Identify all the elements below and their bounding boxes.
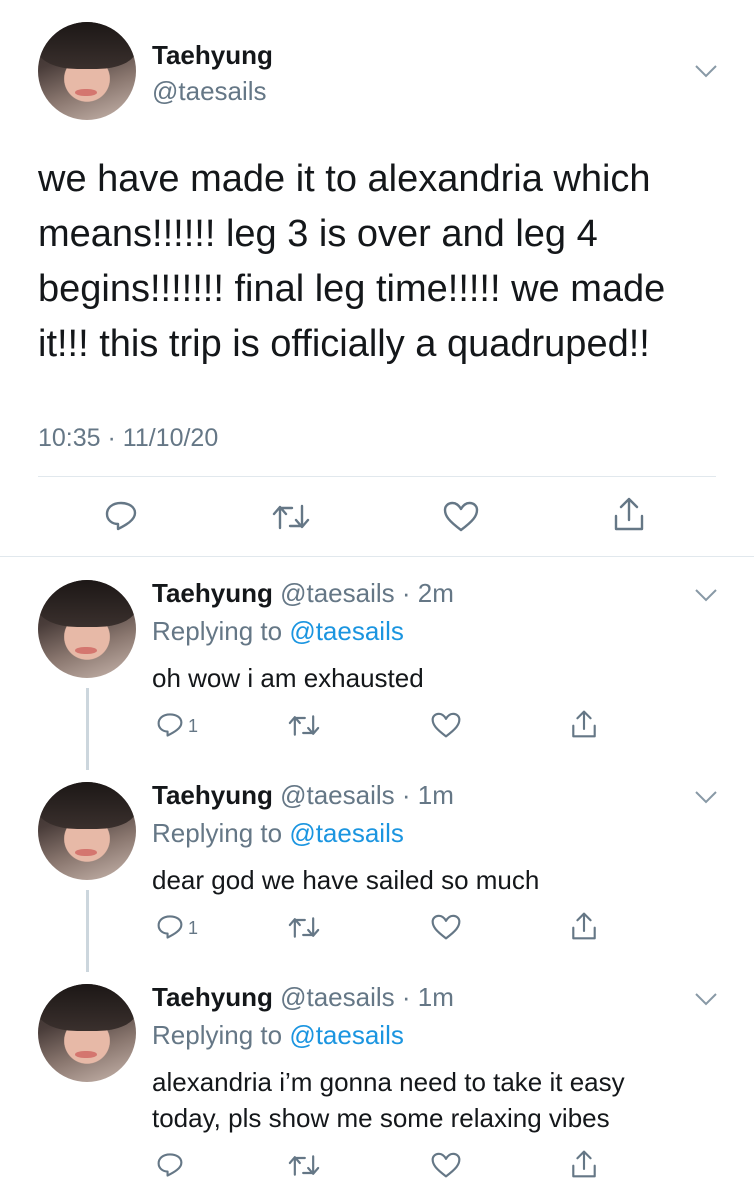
chevron-down-icon[interactable]: [694, 584, 718, 608]
chevron-down-icon[interactable]: [694, 60, 718, 84]
reply-text-line: oh wow i am exhausted: [152, 663, 424, 693]
reply-text-line: alexandria i’m gonna need to take it eas…: [152, 1067, 625, 1097]
replying-to: Replying to @taesails: [152, 818, 404, 849]
section-divider: [0, 556, 754, 557]
avatar[interactable]: [38, 22, 136, 120]
heart-icon[interactable]: [431, 712, 461, 739]
author-name[interactable]: Taehyung: [152, 40, 273, 71]
retweet-icon[interactable]: [288, 915, 320, 940]
tweet-text-line: we have made it to alexandria which: [38, 158, 651, 200]
tweet-text-line: it!!! this trip is officially a quadrupe…: [38, 323, 650, 365]
reply-text: alexandria i’m gonna need to take it eas…: [152, 1064, 625, 1136]
reply-count: 1: [188, 918, 199, 938]
reply-icon[interactable]: [156, 1152, 184, 1178]
reply-header: Taehyung @taesails · 1m: [152, 982, 454, 1013]
heart-icon[interactable]: [443, 501, 479, 533]
tweet-text-line: begins!!!!!!! final leg time!!!!! we mad…: [38, 268, 666, 310]
share-icon[interactable]: [570, 1149, 598, 1179]
heart-icon[interactable]: [431, 914, 461, 941]
reply-text: oh wow i am exhausted: [152, 660, 424, 696]
share-icon[interactable]: [570, 709, 598, 739]
reply-header: Taehyung @taesails · 2m: [152, 578, 454, 609]
avatar[interactable]: [38, 782, 136, 880]
author-meta[interactable]: @taesails · 1m: [280, 780, 454, 810]
reply-header: Taehyung @taesails · 1m: [152, 780, 454, 811]
retweet-icon[interactable]: [288, 1153, 320, 1178]
author-handle[interactable]: @taesails: [152, 76, 267, 107]
heart-icon[interactable]: [431, 1152, 461, 1179]
author-name[interactable]: Taehyung: [152, 578, 273, 608]
retweet-icon[interactable]: [288, 713, 320, 738]
share-icon[interactable]: [612, 496, 646, 532]
thread-line: [86, 688, 89, 770]
chevron-down-icon[interactable]: [694, 786, 718, 810]
avatar[interactable]: [38, 580, 136, 678]
chevron-down-icon[interactable]: [694, 988, 718, 1012]
tweet-timestamp[interactable]: 10:35 · 11/10/20: [38, 424, 218, 453]
reply-icon[interactable]: [156, 712, 184, 738]
replying-to-label: Replying to: [152, 1020, 290, 1050]
avatar[interactable]: [38, 984, 136, 1082]
share-icon[interactable]: [570, 911, 598, 941]
reply-icon[interactable]: [156, 914, 184, 940]
replying-to-label: Replying to: [152, 616, 290, 646]
reply-count: 1: [188, 716, 199, 736]
divider: [38, 476, 716, 477]
reply-icon[interactable]: [104, 500, 138, 532]
replying-to-handle[interactable]: @taesails: [289, 616, 404, 646]
replying-to-handle[interactable]: @taesails: [289, 818, 404, 848]
retweet-icon[interactable]: [272, 502, 310, 532]
thread-line: [86, 890, 89, 972]
replying-to: Replying to @taesails: [152, 1020, 404, 1051]
author-name[interactable]: Taehyung: [152, 982, 273, 1012]
replying-to: Replying to @taesails: [152, 616, 404, 647]
reply-text-line: dear god we have sailed so much: [152, 865, 540, 895]
reply-text: dear god we have sailed so much: [152, 862, 539, 898]
author-meta[interactable]: @taesails · 1m: [280, 982, 454, 1012]
tweet-text-line: means!!!!!! leg 3 is over and leg 4: [38, 213, 598, 255]
reply-text-line: today, pls show me some relaxing vibes: [152, 1103, 610, 1133]
replying-to-label: Replying to: [152, 818, 290, 848]
replying-to-handle[interactable]: @taesails: [289, 1020, 404, 1050]
tweet-text: we have made it to alexandria which mean…: [38, 152, 738, 372]
author-meta[interactable]: @taesails · 2m: [280, 578, 454, 608]
author-name[interactable]: Taehyung: [152, 780, 273, 810]
